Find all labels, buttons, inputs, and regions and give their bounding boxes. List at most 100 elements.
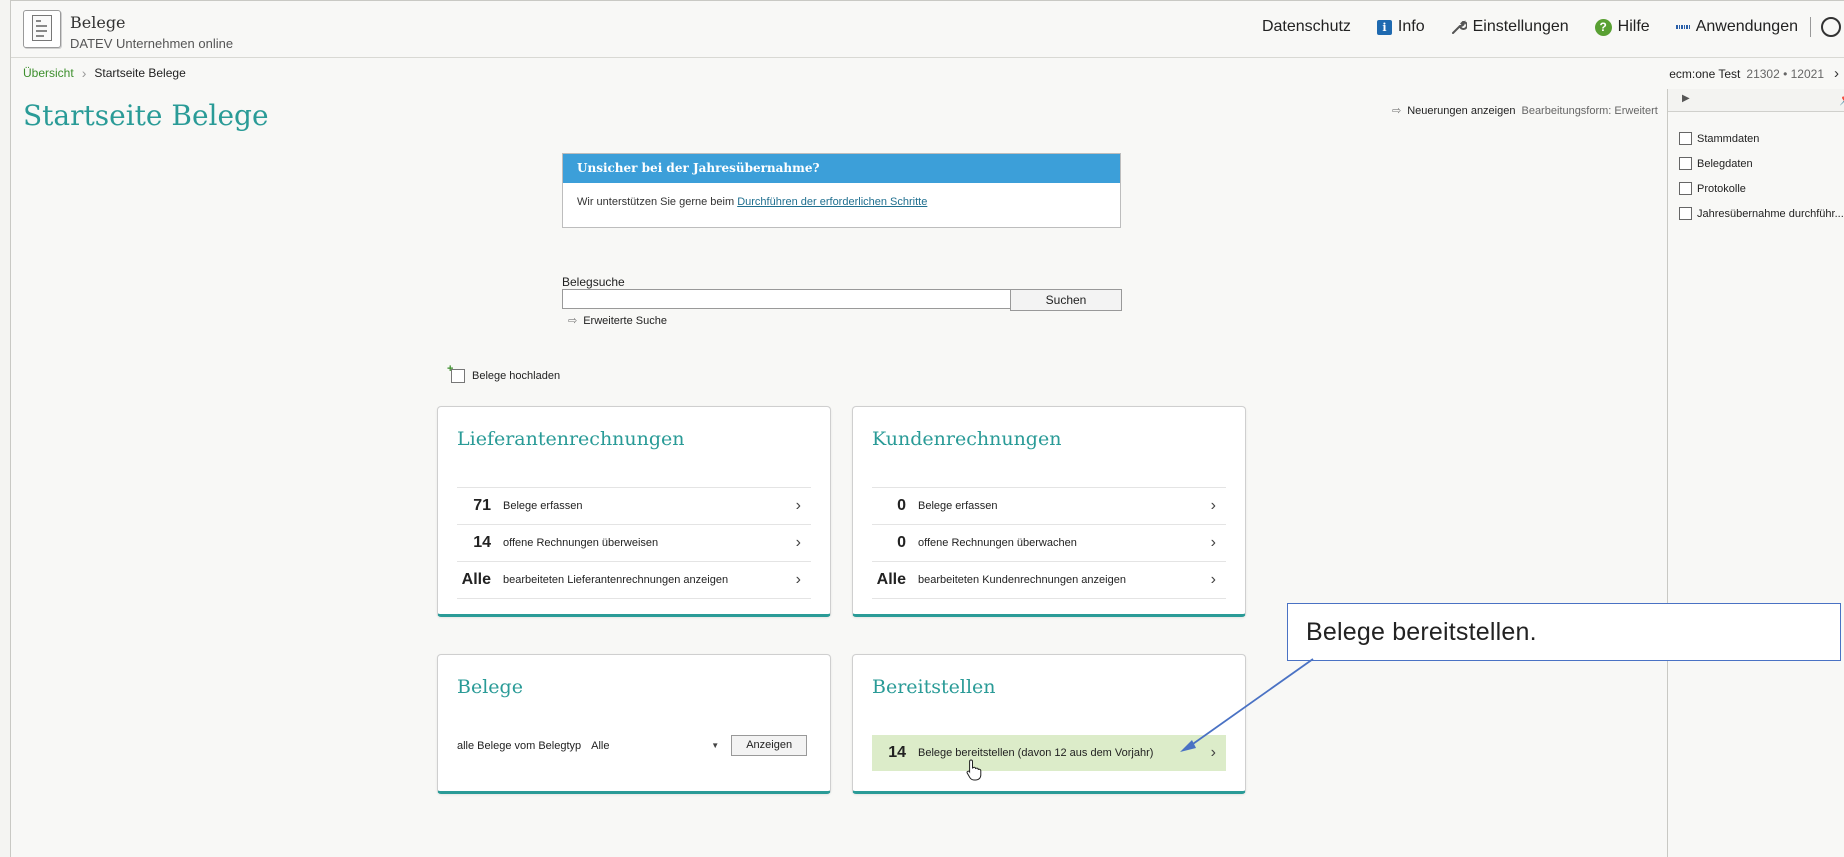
app-frame: Belege DATEV Unternehmen online Datensch… (10, 0, 1844, 857)
sidepanel-item-stammdaten[interactable]: Stammdaten (1668, 126, 1844, 151)
card-rows: 0 Belege erfassen › 0 offene Rechnungen … (872, 487, 1226, 599)
belegtyp-select[interactable]: Alle ▼ (587, 737, 723, 755)
info-box-link[interactable]: Durchführen der erforderlichen Schritte (737, 196, 927, 208)
info-box-text: Wir unterstützen Sie gerne beim (577, 196, 738, 208)
belegtyp-value: Alle (591, 739, 610, 752)
row-bereitstellen[interactable]: 14 Belege bereitstellen (davon 12 aus de… (872, 735, 1226, 771)
card-lieferantenrechnungen: Lieferantenrechnungen 71 Belege erfassen… (437, 406, 831, 617)
belegtyp-label: alle Belege vom Belegtyp (457, 739, 582, 752)
sidepanel-item-protokolle[interactable]: Protokolle (1668, 176, 1844, 201)
info-box: Unsicher bei der Jahresübernahme? Wir un… (562, 153, 1121, 228)
advanced-search-link[interactable]: ⇨ Erweiterte Suche (568, 314, 667, 328)
row-count: 14 (473, 534, 491, 551)
card-title: Kundenrechnungen (872, 428, 1062, 450)
row-count: Alle (461, 571, 491, 588)
news-row: ⇨ Neuerungen anzeigen Bearbeitungsform: … (1392, 104, 1658, 118)
news-link[interactable]: Neuerungen anzeigen (1407, 105, 1515, 117)
nav-anwendungen-label: Anwendungen (1695, 18, 1798, 35)
row-label: offene Rechnungen überweisen (503, 537, 659, 549)
nav-einstellungen[interactable]: Einstellungen (1451, 18, 1569, 36)
row-lieferanten-alle[interactable]: Alle bearbeiteten Lieferantenrechnungen … (457, 562, 811, 599)
chevron-right-icon: › (1210, 497, 1216, 514)
card-belege: Belege alle Belege vom Belegtyp Alle ▼ A… (437, 654, 831, 794)
sidepanel-item-label: Stammdaten (1697, 132, 1760, 145)
chevron-right-icon: › (795, 497, 801, 514)
show-button[interactable]: Anzeigen (731, 735, 808, 756)
app-subtitle: DATEV Unternehmen online (70, 36, 234, 51)
search-input[interactable] (562, 289, 1012, 309)
card-bereitstellen: Bereitstellen 14 Belege bereitstellen (d… (852, 654, 1246, 794)
breadcrumb-current: Startseite Belege (94, 66, 186, 80)
pin-icon[interactable]: 📌 (1839, 92, 1844, 106)
upload-label: Belege hochladen (472, 370, 561, 382)
chevron-right-icon: › (1210, 534, 1216, 551)
sidepanel-item-label: Jahresübernahme durchführ... (1697, 207, 1844, 220)
search-label: Belegsuche (562, 275, 625, 289)
context-numbers: 21302 • 12021 (1746, 66, 1824, 81)
user-icon[interactable] (1821, 17, 1841, 37)
chevron-right-icon: › (1210, 744, 1216, 761)
sidepanel-item-label: Belegdaten (1697, 157, 1753, 170)
year-transfer-icon (1679, 207, 1692, 220)
nav-info-label: Info (1397, 18, 1425, 35)
row-count: 71 (473, 497, 491, 514)
card-kundenrechnungen: Kundenrechnungen 0 Belege erfassen › 0 o… (852, 406, 1246, 617)
card-rows: 14 Belege bereitstellen (davon 12 aus de… (872, 735, 1226, 771)
nav-separator (1810, 17, 1811, 37)
arrow-right-icon: ⇨ (1392, 105, 1402, 117)
row-label: bearbeiteten Kundenrechnungen anzeigen (918, 574, 1126, 586)
row-kunden-ueberwachen[interactable]: 0 offene Rechnungen überwachen › (872, 525, 1226, 562)
row-count: Alle (876, 571, 906, 588)
sidepanel-item-belegdaten[interactable]: Belegdaten (1668, 151, 1844, 176)
advanced-search-label: Erweiterte Suche (583, 314, 667, 327)
breadcrumb-separator-icon: › (81, 65, 87, 81)
collapse-arrow-icon[interactable]: ▶ (1682, 93, 1690, 104)
card-title: Lieferantenrechnungen (457, 428, 685, 450)
upload-link[interactable]: Belege hochladen (447, 363, 561, 383)
info-box-body: Wir unterstützen Sie gerne beim Durchfüh… (563, 183, 1120, 221)
info-box-title: Unsicher bei der Jahresübernahme? (563, 154, 1120, 183)
row-label: Belege erfassen (918, 500, 998, 512)
nav-hilfe-label: Hilfe (1617, 18, 1650, 35)
nav-anwendungen[interactable]: Anwendungen (1675, 18, 1798, 36)
nav-info[interactable]: i Info (1376, 18, 1425, 36)
chevron-right-icon: › (1210, 571, 1216, 588)
nav-hilfe[interactable]: ? Hilfe (1594, 18, 1650, 36)
row-label: offene Rechnungen überwachen (918, 537, 1077, 549)
side-panel: ▶ 📌 Stammdaten Belegdaten Protokolle Jah… (1667, 89, 1844, 857)
row-label: Belege erfassen (503, 500, 583, 512)
nav-einstellungen-label: Einstellungen (1472, 18, 1569, 35)
nav-datenschutz[interactable]: Datenschutz (1262, 18, 1351, 36)
arrow-right-icon: ⇨ (568, 315, 578, 327)
hand-cursor-icon (966, 759, 982, 781)
info-icon: i (1376, 19, 1392, 35)
client-context[interactable]: ecm:one Test 21302 • 12021 › (1669, 65, 1839, 82)
upload-document-icon (447, 363, 465, 383)
document-icon (1679, 157, 1692, 170)
help-icon: ? (1594, 18, 1612, 36)
row-label: Belege bereitstellen (davon 12 aus dem V… (918, 747, 1154, 759)
chevron-right-icon: › (795, 571, 801, 588)
belege-app-icon (23, 10, 61, 48)
nav-datenschutz-label: Datenschutz (1261, 18, 1351, 35)
chevron-right-icon: › (795, 534, 801, 551)
row-lieferanten-erfassen[interactable]: 71 Belege erfassen › (457, 488, 811, 525)
sidepanel-item-jahresuebernahme[interactable]: Jahresübernahme durchführ... (1668, 201, 1844, 226)
row-count: 0 (897, 534, 906, 551)
row-count: 0 (897, 497, 906, 514)
row-kunden-erfassen[interactable]: 0 Belege erfassen › (872, 488, 1226, 525)
app-title: Belege (70, 13, 126, 32)
top-bar: Belege DATEV Unternehmen online Datensch… (11, 1, 1844, 57)
row-kunden-alle[interactable]: Alle bearbeiteten Kundenrechnungen anzei… (872, 562, 1226, 599)
row-lieferanten-ueberweisen[interactable]: 14 offene Rechnungen überweisen › (457, 525, 811, 562)
side-panel-header: ▶ 📌 (1668, 89, 1844, 112)
row-label: bearbeiteten Lieferantenrechnungen anzei… (503, 574, 729, 586)
card-title: Bereitstellen (872, 676, 996, 698)
tutorial-callout: Belege bereitstellen. (1287, 603, 1841, 661)
master-data-icon (1679, 132, 1692, 145)
apps-grid-icon (1675, 20, 1690, 34)
sidepanel-item-label: Protokolle (1697, 182, 1746, 195)
breadcrumb-home[interactable]: Übersicht (23, 66, 74, 80)
search-button[interactable]: Suchen (1010, 289, 1122, 311)
context-name: ecm:one Test (1669, 66, 1741, 81)
